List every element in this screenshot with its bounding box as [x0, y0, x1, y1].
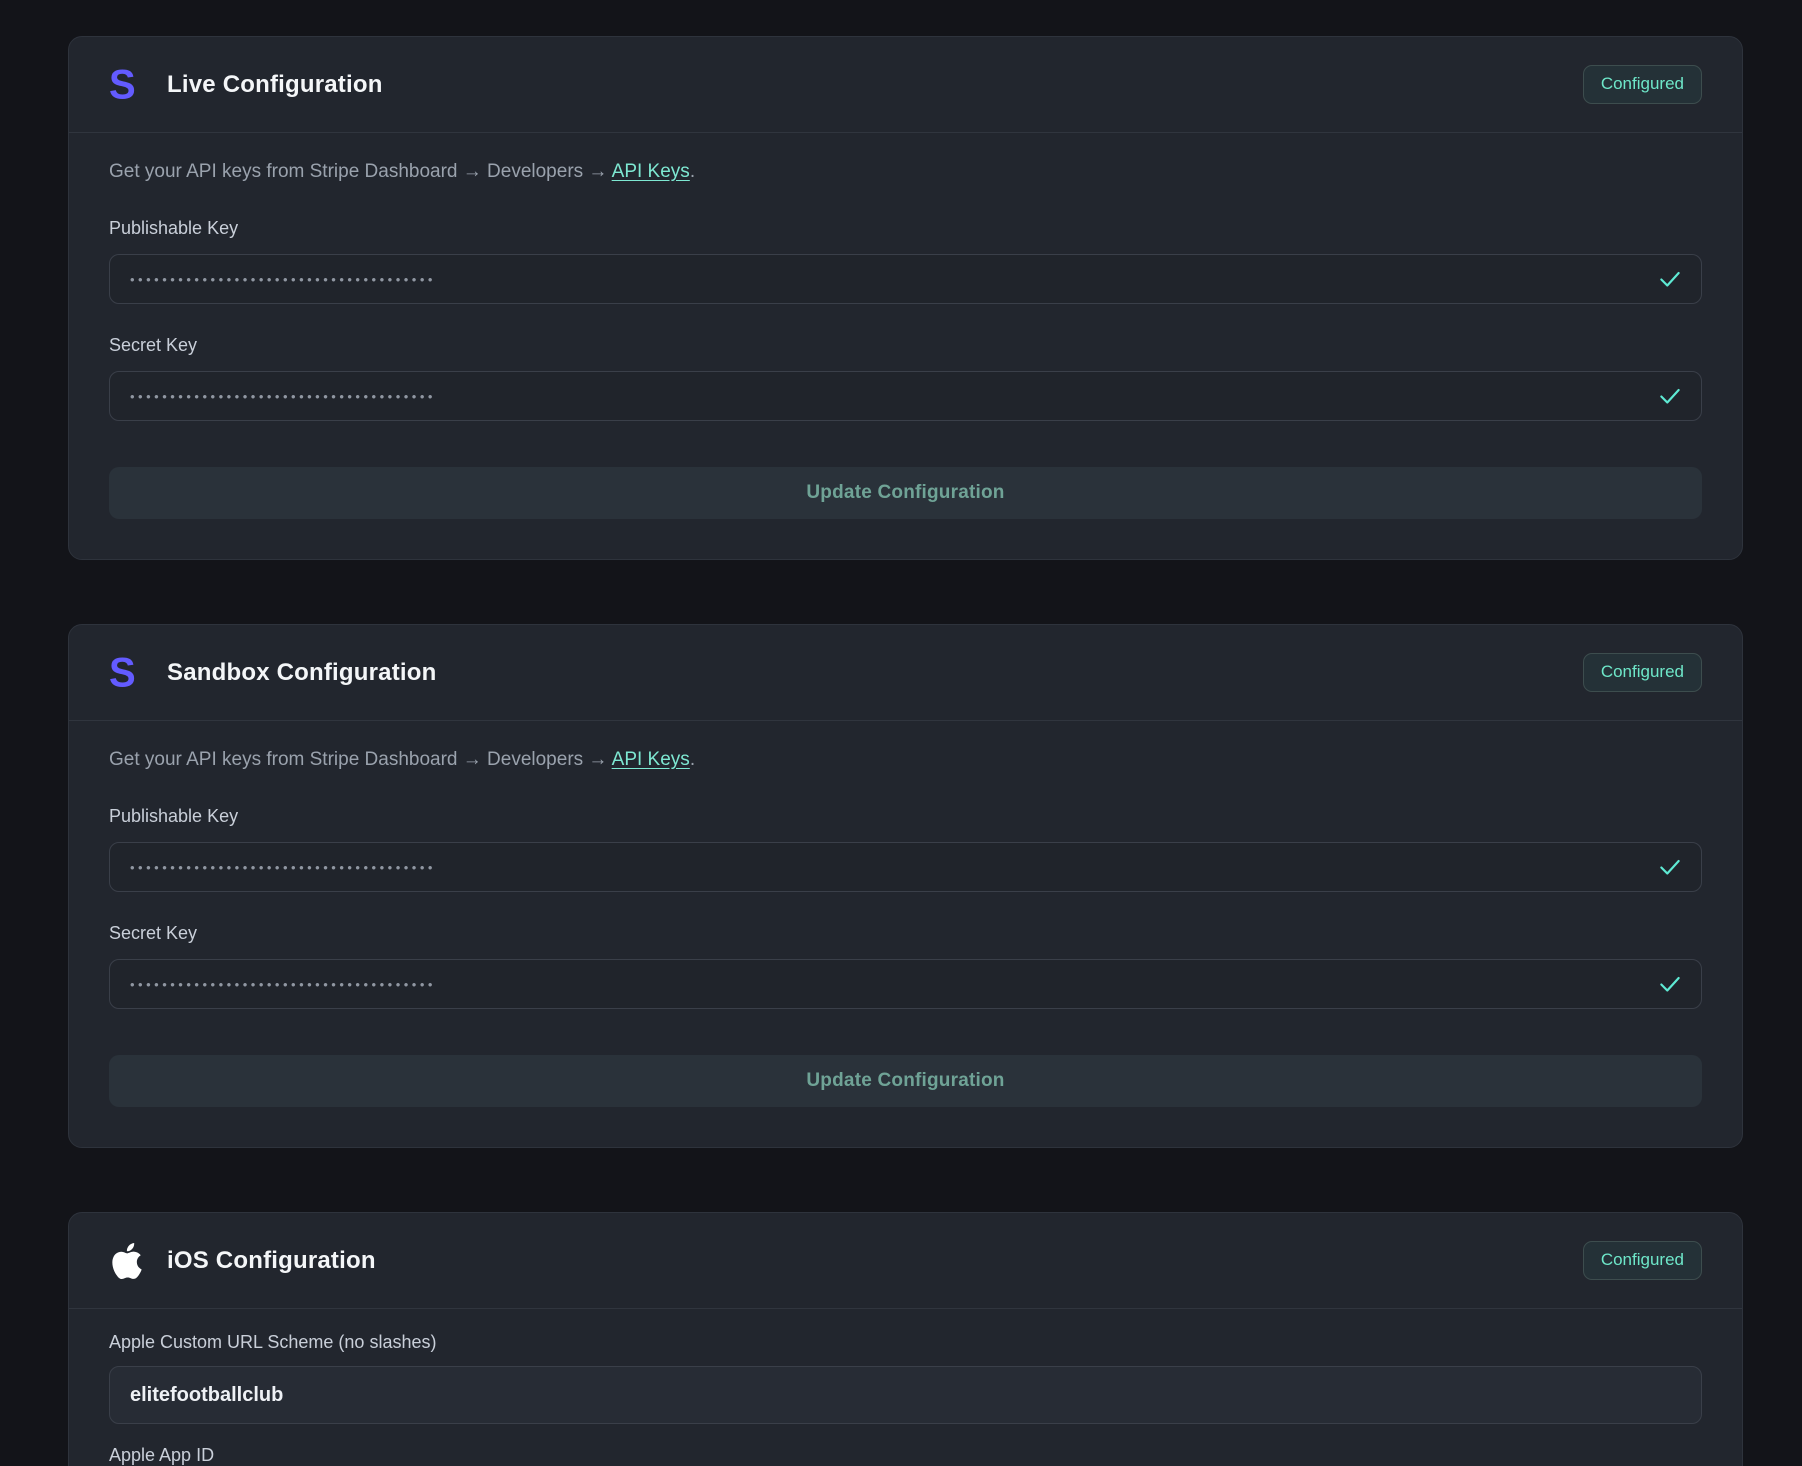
ios-configuration-card: iOS Configuration Configured Apple Custo… [68, 1212, 1743, 1466]
apple-url-scheme-input[interactable] [130, 1384, 1681, 1407]
publishable-key-label: Publishable Key [109, 217, 1702, 239]
sandbox-card-header: S Sandbox Configuration Configured [69, 625, 1742, 721]
check-icon [1657, 266, 1683, 292]
stripe-icon: S [109, 64, 136, 106]
publishable-key-label: Publishable Key [109, 805, 1702, 827]
secret-key-input[interactable]: •••••••••••••••••••••••••••••••••••••• [109, 371, 1702, 421]
card-title: Live Configuration [167, 71, 383, 99]
status-badge: Configured [1583, 653, 1702, 691]
description-suffix: . [690, 161, 695, 182]
secret-key-input[interactable]: •••••••••••••••••••••••••••••••••••••• [109, 959, 1702, 1009]
status-badge: Configured [1583, 1241, 1702, 1279]
apple-url-scheme-label: Apple Custom URL Scheme (no slashes) [109, 1331, 1702, 1353]
secret-key-label: Secret Key [109, 922, 1702, 944]
check-icon [1657, 383, 1683, 409]
update-configuration-button[interactable]: Update Configuration [109, 1055, 1702, 1107]
api-keys-link[interactable]: API Keys [612, 749, 690, 770]
sandbox-configuration-card: S Sandbox Configuration Configured Get y… [68, 624, 1743, 1148]
secret-key-label: Secret Key [109, 334, 1702, 356]
ios-card-header: iOS Configuration Configured [69, 1213, 1742, 1309]
card-title: iOS Configuration [167, 1247, 376, 1275]
api-keys-instructions: Get your API keys from Stripe Dashboard … [109, 747, 1702, 773]
check-icon [1657, 854, 1683, 880]
live-card-header: S Live Configuration Configured [69, 37, 1742, 133]
masked-key-value: •••••••••••••••••••••••••••••••••••••• [130, 272, 436, 287]
api-keys-instructions: Get your API keys from Stripe Dashboard … [109, 159, 1702, 185]
card-title: Sandbox Configuration [167, 659, 437, 687]
settings-page: S Live Configuration Configured Get your… [0, 0, 1802, 1466]
update-configuration-button[interactable]: Update Configuration [109, 467, 1702, 519]
check-icon [1657, 971, 1683, 997]
description-prefix: Get your API keys from Stripe Dashboard … [109, 161, 612, 182]
status-badge: Configured [1583, 65, 1702, 103]
stripe-icon: S [109, 652, 136, 694]
masked-key-value: •••••••••••••••••••••••••••••••••••••• [130, 977, 436, 992]
apple-icon [109, 1243, 145, 1279]
apple-app-id-label: Apple App ID [109, 1444, 1702, 1466]
apple-url-scheme-input-wrap [109, 1366, 1702, 1424]
publishable-key-input[interactable]: •••••••••••••••••••••••••••••••••••••• [109, 254, 1702, 304]
live-configuration-card: S Live Configuration Configured Get your… [68, 36, 1743, 560]
publishable-key-input[interactable]: •••••••••••••••••••••••••••••••••••••• [109, 842, 1702, 892]
api-keys-link[interactable]: API Keys [612, 161, 690, 182]
description-prefix: Get your API keys from Stripe Dashboard … [109, 749, 612, 770]
description-suffix: . [690, 749, 695, 770]
masked-key-value: •••••••••••••••••••••••••••••••••••••• [130, 860, 436, 875]
masked-key-value: •••••••••••••••••••••••••••••••••••••• [130, 389, 436, 404]
